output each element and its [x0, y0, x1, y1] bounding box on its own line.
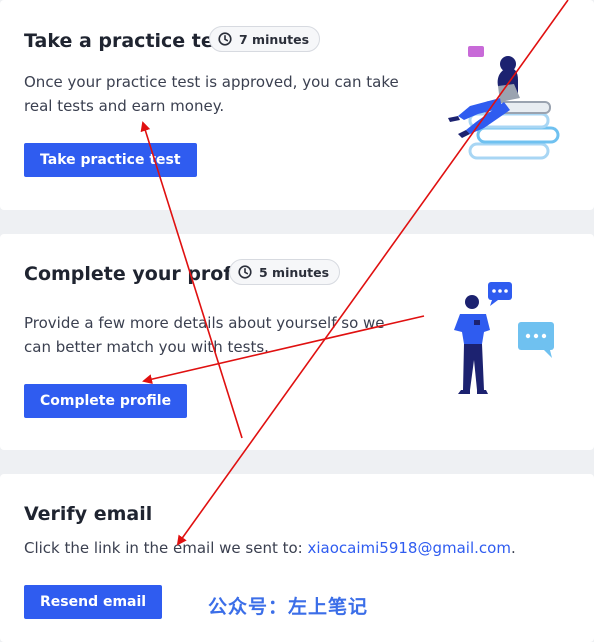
practice-test-title: Take a practice test: [24, 30, 235, 52]
complete-profile-title: Complete your profile: [24, 263, 257, 285]
practice-test-card: Take a practice test 7 minutes Once your…: [0, 0, 594, 210]
resend-email-button[interactable]: Resend email: [24, 585, 163, 619]
person-on-books-illustration: [448, 46, 560, 160]
practice-duration-badge: 7 minutes: [209, 26, 321, 52]
complete-profile-description: Provide a few more details about yoursel…: [24, 314, 385, 356]
email-address-link[interactable]: xiaocaimi5918@gmail.com: [308, 539, 511, 557]
practice-test-description: Once your practice test is approved, you…: [24, 73, 399, 115]
person-with-chat-illustration: [454, 282, 554, 394]
verify-email-description: Click the link in the email we sent to: …: [24, 536, 516, 560]
take-practice-test-button[interactable]: Take practice test: [24, 143, 197, 177]
profile-duration-badge: 5 minutes: [229, 259, 341, 285]
practice-duration-text: 7 minutes: [239, 31, 310, 47]
chat-bubble-icon: [518, 322, 554, 358]
profile-duration-text: 5 minutes: [259, 264, 330, 280]
clock-icon: [218, 32, 232, 46]
complete-profile-button[interactable]: Complete profile: [24, 384, 188, 418]
chat-bubble-icon: [488, 282, 512, 306]
clock-icon: [238, 265, 252, 279]
complete-profile-card: Complete your profile 5 minutes Provide …: [0, 234, 594, 450]
watermark-text: 公众号：左上笔记: [208, 596, 369, 618]
verify-email-title: Verify email: [24, 503, 153, 525]
verify-email-suffix: .: [510, 539, 516, 557]
verify-email-prefix: Click the link in the email we sent to:: [24, 539, 308, 557]
